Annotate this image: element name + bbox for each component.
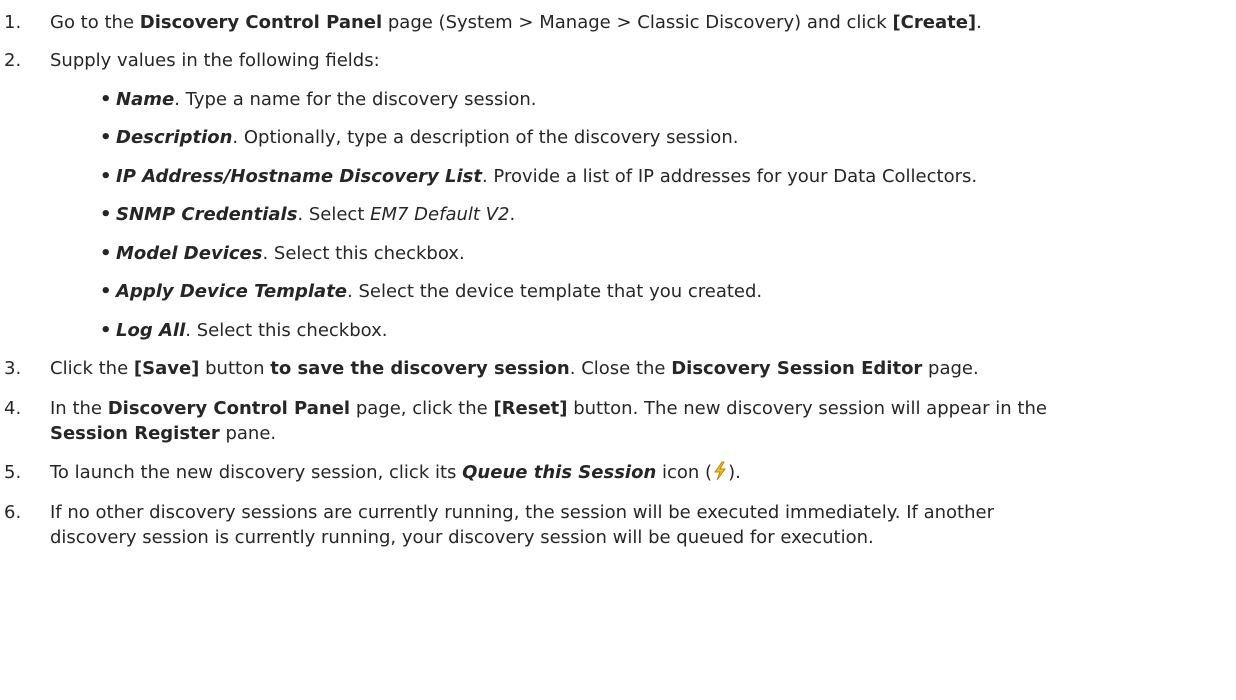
step-1: 1. Go to the Discovery Control Panel pag… xyxy=(4,10,1224,35)
bullet-dot: • xyxy=(100,243,112,264)
step-text: discovery session is currently running, … xyxy=(50,527,874,548)
step-text: Supply values in the following fields: xyxy=(50,50,380,71)
step-text: icon ( xyxy=(656,462,713,483)
step-number: 3. xyxy=(4,358,22,379)
step-text: page (System > Manage > Classic Discover… xyxy=(382,12,893,33)
step-text: page, click the xyxy=(350,398,494,419)
step-text: To launch the new discovery session, cli… xyxy=(50,462,463,483)
step-text: pane. xyxy=(219,423,277,444)
step-number: 1. xyxy=(4,12,22,33)
instruction-document: 1. Go to the Discovery Control Panel pag… xyxy=(0,0,1236,700)
step-text: If no other discovery sessions are curre… xyxy=(50,502,994,523)
step-number: 2. xyxy=(4,50,22,71)
bullet-dot: • xyxy=(100,320,112,341)
step-text: Click the xyxy=(50,358,134,379)
field-description: . Provide a list of IP addresses for you… xyxy=(481,166,978,187)
list-item: • SNMP Credentials. Select EM7 Default V2… xyxy=(100,202,1216,227)
list-item: • Log All. Select this checkbox. xyxy=(100,318,1216,343)
step-number: 4. xyxy=(4,398,22,419)
list-item: • IP Address/Hostname Discovery List. Pro… xyxy=(100,164,1216,189)
step-5: 5. To launch the new discovery session, … xyxy=(4,460,1224,485)
step-6: 6. If no other discovery sessions are cu… xyxy=(4,500,1224,550)
field-description: . Select the device template that you cr… xyxy=(347,281,763,302)
list-item: • Apply Device Template. Select the devic… xyxy=(100,279,1216,304)
step-number: 5. xyxy=(4,462,22,483)
field-description: . Select this checkbox. xyxy=(262,243,465,264)
step-text: button. The new discovery session will a… xyxy=(567,398,1047,419)
field-label: SNMP Credentials xyxy=(116,204,298,225)
credential-name: EM7 Default V2 xyxy=(370,204,510,225)
bold-term: Discovery Control Panel xyxy=(139,12,383,33)
bullet-dot: • xyxy=(100,89,112,110)
field-label: Model Devices xyxy=(116,243,263,264)
field-label: Apply Device Template xyxy=(116,281,348,302)
bold-term: Session Register xyxy=(50,423,220,444)
step-text: . Close the xyxy=(569,358,672,379)
bold-term: Discovery Session Editor xyxy=(671,358,923,379)
bold-term: Discovery Control Panel xyxy=(107,398,351,419)
bullet-dot: • xyxy=(100,281,112,302)
step-3: 3. Click the [Save] button to save the d… xyxy=(4,356,1224,381)
step-text: button xyxy=(199,358,271,379)
step-2: 2. Supply values in the following fields… xyxy=(4,48,1224,73)
field-description: . xyxy=(509,204,516,225)
field-label: IP Address/Hostname Discovery List xyxy=(116,166,482,187)
list-item: • Description. Optionally, type a descrip… xyxy=(100,125,1216,150)
field-label: Description xyxy=(116,127,233,148)
bullet-dot: • xyxy=(100,127,112,148)
step-4: 4. In the Discovery Control Panel page, … xyxy=(4,396,1224,446)
field-description: . Optionally, type a description of the … xyxy=(232,127,739,148)
step-text: In the xyxy=(50,398,108,419)
list-item: • Name. Type a name for the discovery ses… xyxy=(100,87,1216,112)
step-text: page. xyxy=(922,358,979,379)
bold-italic-term: Queue this Session xyxy=(462,462,657,483)
step-number: 6. xyxy=(4,502,22,523)
bold-term: [Reset] xyxy=(493,398,568,419)
step-text: ). xyxy=(728,462,741,483)
field-description: . Type a name for the discovery session. xyxy=(174,89,537,110)
lightning-bolt-icon xyxy=(712,461,728,481)
list-item: • Model Devices. Select this checkbox. xyxy=(100,241,1216,266)
step-text: Go to the xyxy=(50,12,140,33)
bold-term: to save the discovery session xyxy=(270,358,570,379)
field-description: . Select this checkbox. xyxy=(185,320,388,341)
field-description: . Select xyxy=(297,204,371,225)
bold-term: [Create] xyxy=(892,12,977,33)
field-label: Log All xyxy=(116,320,186,341)
bullet-dot: • xyxy=(100,166,112,187)
bold-term: [Save] xyxy=(133,358,200,379)
bullet-dot: • xyxy=(100,204,112,225)
field-label: Name xyxy=(116,89,175,110)
step-text: . xyxy=(976,12,982,33)
